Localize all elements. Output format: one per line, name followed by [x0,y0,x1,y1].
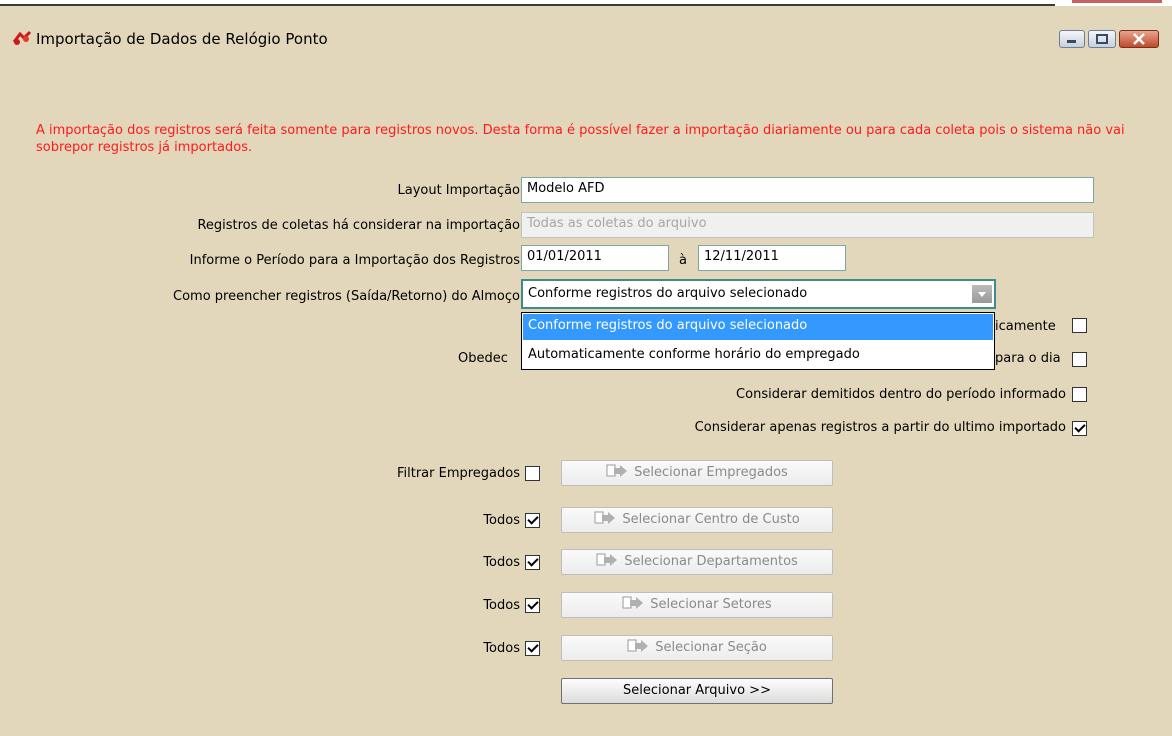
selecionar-centro-custo-button: Selecionar Centro de Custo [561,507,833,533]
dropdown-option[interactable]: Automaticamente conforme horário do empr… [523,343,993,369]
filtrar-empregados-checkbox[interactable] [525,466,540,481]
almoco-select[interactable]: Conforme registros do arquivo selecionad… [521,279,996,309]
arrow-right-icon [606,464,628,477]
top-shadow-line [0,4,1055,6]
close-button[interactable] [1119,30,1159,48]
todos-centro-label: Todos [483,513,520,528]
periodo-start-field[interactable]: 01/01/2011 [521,245,669,271]
partial-option-2-label-right: para o dia [995,351,1061,366]
todos-secao-checkbox[interactable] [525,641,540,656]
selecionar-centro-custo-label: Selecionar Centro de Custo [622,512,800,527]
screen-top-edge [0,0,1172,6]
selecionar-empregados-label: Selecionar Empregados [634,465,788,480]
selecionar-empregados-button[interactable]: Selecionar Empregados [561,460,833,486]
chevron-down-icon[interactable] [972,285,992,303]
filtrar-empregados-label: Filtrar Empregados [396,466,520,481]
arrow-right-icon [627,639,649,652]
demitidos-label: Considerar demitidos dentro do período i… [736,387,1066,402]
selecionar-departamentos-button: Selecionar Departamentos [561,549,833,575]
window-title: Importação de Dados de Relógio Ponto [36,30,328,48]
ultimo-importado-checkbox[interactable] [1072,421,1087,436]
close-icon [1133,33,1145,45]
app-clock-icon [12,30,32,45]
todos-setores-checkbox[interactable] [525,598,540,613]
todos-departamentos-checkbox[interactable] [525,555,540,570]
todos-secao-label: Todos [483,641,520,656]
title-bar: Importação de Dados de Relógio Ponto [0,14,1172,66]
ultimo-importado-label: Considerar apenas registros a partir do … [694,420,1066,435]
almoco-label: Como preencher registros (Saída/Retorno)… [173,289,520,304]
selecionar-secao-label: Selecionar Seção [655,640,767,655]
arrow-right-icon [594,511,616,524]
selecionar-arquivo-label: Selecionar Arquivo >> [623,683,771,698]
selecionar-arquivo-button[interactable]: Selecionar Arquivo >> [561,678,833,704]
partial-option-1-label: icamente [995,319,1056,334]
maximize-icon [1096,34,1108,44]
minimize-icon [1067,40,1076,43]
arrow-right-icon [596,553,618,566]
selecionar-setores-button: Selecionar Setores [561,592,833,618]
layout-field[interactable]: Modelo AFD [521,177,1094,203]
selecionar-secao-button: Selecionar Seção [561,635,833,661]
maximize-button[interactable] [1088,30,1116,48]
todos-centro-checkbox[interactable] [525,513,540,528]
todos-departamentos-label: Todos [483,555,520,570]
coletas-label: Registros de coletas há considerar na im… [197,218,520,233]
partial-option-1-checkbox[interactable] [1072,318,1087,333]
top-red-strip [1072,0,1162,3]
selecionar-setores-label: Selecionar Setores [650,597,772,612]
dropdown-option-selected[interactable]: Conforme registros do arquivo selecionad… [523,314,993,340]
arrow-right-icon [622,596,644,609]
todos-setores-label: Todos [483,598,520,613]
periodo-label: Informe o Período para a Importação dos … [189,253,520,268]
minimize-button[interactable] [1059,30,1085,48]
partial-option-2-label-left: Obedec [458,351,508,366]
almoco-dropdown-list: Conforme registros do arquivo selecionad… [521,312,995,370]
periodo-separator: à [679,253,687,268]
almoco-select-value: Conforme registros do arquivo selecionad… [528,286,808,301]
selecionar-departamentos-label: Selecionar Departamentos [624,554,798,569]
coletas-field: Todas as coletas do arquivo [521,212,1094,238]
partial-option-2-checkbox[interactable] [1072,352,1087,367]
demitidos-checkbox[interactable] [1072,387,1087,402]
periodo-end-field[interactable]: 12/11/2011 [698,245,846,271]
layout-label: Layout Importação [397,183,520,198]
info-message: A importação dos registros será feita so… [36,123,1125,155]
